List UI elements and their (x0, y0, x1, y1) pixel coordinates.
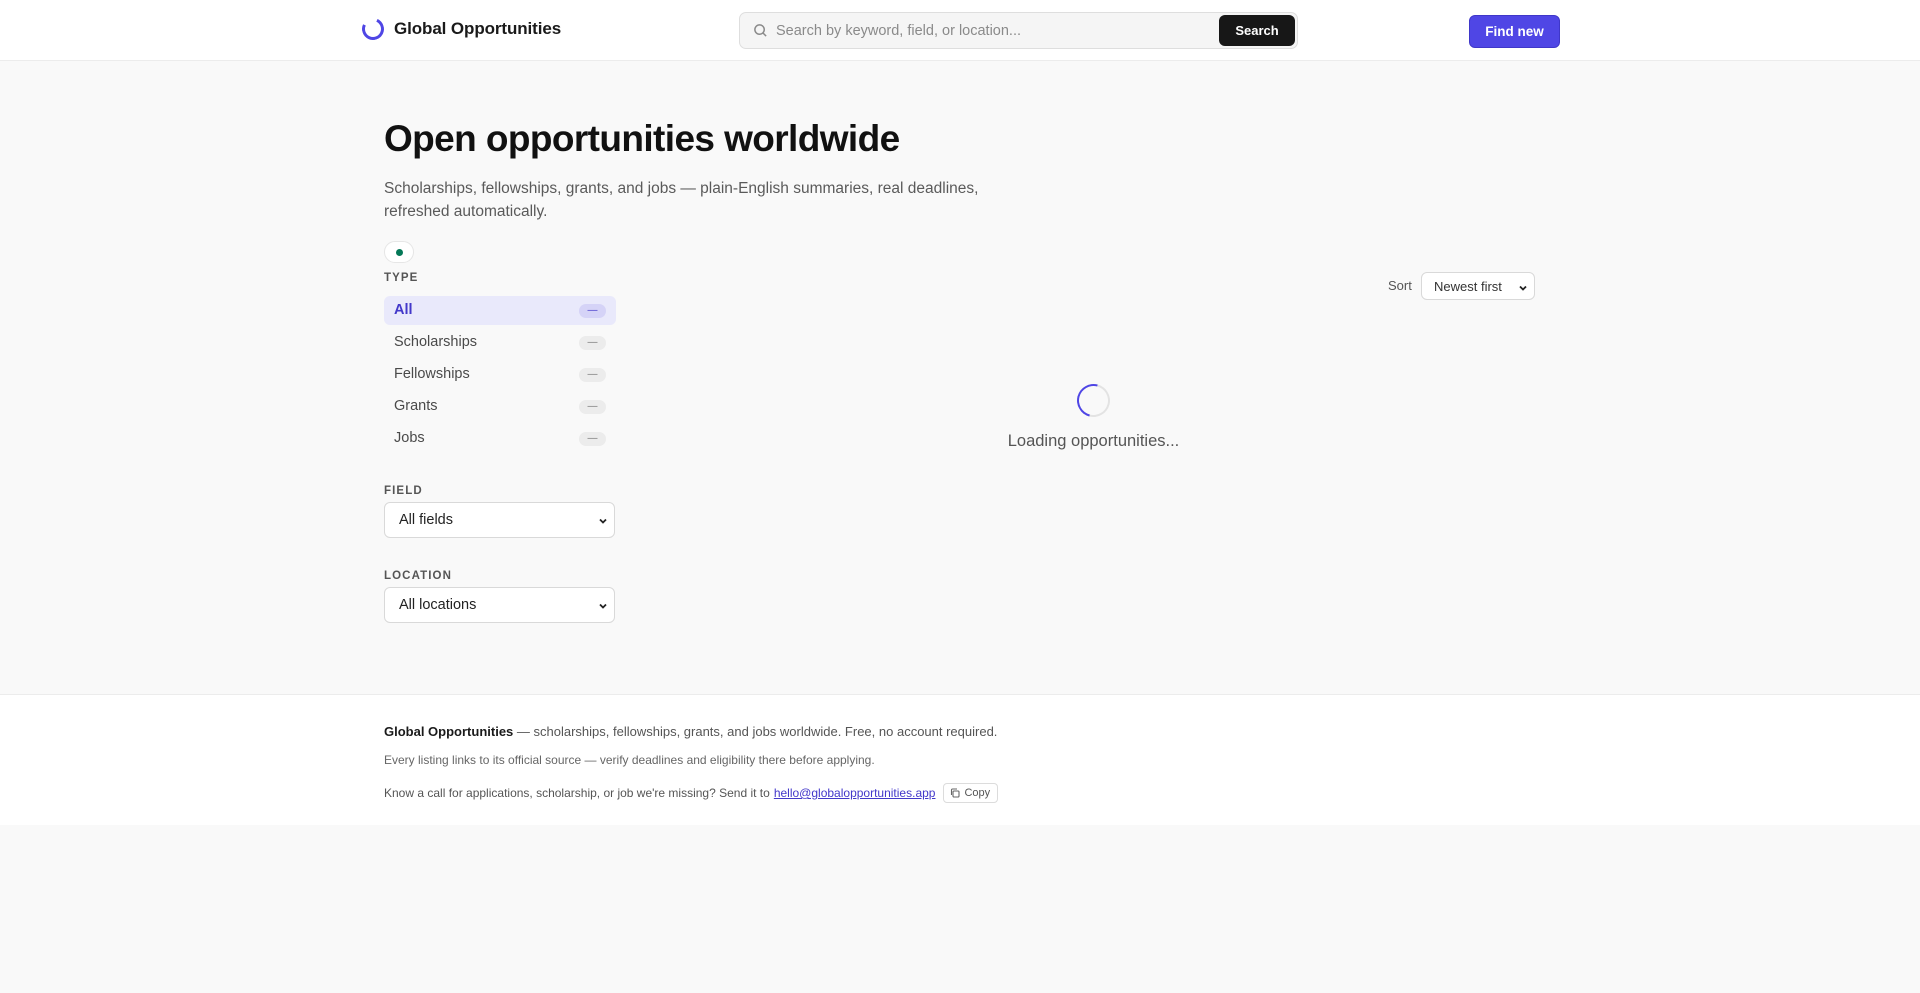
footer-submit-text: Know a call for applications, scholarshi… (384, 786, 770, 800)
top-navigation-bar: Global Opportunities Search Find new (0, 0, 1920, 61)
loading-message: Loading opportunities... (1007, 432, 1180, 450)
page-subtitle: Scholarships, fellowships, grants, and j… (384, 180, 979, 220)
type-filter-count-badge: — (579, 432, 606, 446)
brand-name: Global Opportunities (394, 19, 562, 38)
sort-select[interactable]: Newest first (1421, 272, 1535, 300)
page-title: Open opportunities worldwide (384, 118, 900, 159)
type-filter-scholarships[interactable]: Scholarships — (384, 328, 616, 357)
field-select-value: All fields (399, 512, 453, 528)
sort-label: Sort (1388, 278, 1412, 293)
chevron-down-icon (599, 518, 607, 524)
page-footer: Global Opportunities — scholarships, fel… (0, 694, 1920, 825)
copy-button-label: Copy (964, 787, 991, 799)
type-filter-label-text: Scholarships (394, 334, 478, 350)
type-filter-fellowships[interactable]: Fellowships — (384, 360, 616, 389)
type-filter-label-text: Jobs (394, 430, 425, 446)
brand-logo-icon (358, 14, 388, 44)
type-filter-count-badge: — (579, 336, 606, 350)
type-filter-label-text: Grants (394, 398, 438, 414)
status-dot-icon (396, 249, 403, 256)
type-filter-count-badge: — (579, 400, 606, 414)
location-filter-label: LOCATION (384, 570, 452, 582)
search-input[interactable] (776, 13, 1196, 48)
find-new-button[interactable]: Find new (1469, 15, 1560, 48)
type-filter-label-text: All (394, 302, 413, 318)
field-filter-label: FIELD (384, 485, 423, 497)
sort-select-value: Newest first (1434, 279, 1502, 294)
location-select[interactable]: All locations (384, 587, 615, 623)
type-filter-label: TYPE (384, 272, 419, 284)
footer-disclaimer: Every listing links to its official sour… (384, 753, 875, 767)
footer-brand: Global Opportunities (384, 724, 514, 739)
status-indicator (384, 241, 414, 263)
type-filter-all[interactable]: All — (384, 296, 616, 325)
type-filter-count-badge: — (579, 304, 606, 318)
footer-submit: Know a call for applications, scholarshi… (384, 783, 999, 803)
type-filter-grants[interactable]: Grants — (384, 392, 616, 421)
location-select-value: All locations (399, 597, 477, 613)
type-filter-jobs[interactable]: Jobs — (384, 424, 616, 453)
footer-email-link[interactable]: hello@globalopportunities.app (774, 786, 936, 800)
search-bar: Search (739, 12, 1298, 49)
copy-email-button[interactable]: Copy (943, 783, 999, 803)
search-button[interactable]: Search (1219, 15, 1295, 46)
type-filter-count-badge: — (579, 368, 606, 382)
footer-about: Global Opportunities — scholarships, fel… (384, 724, 997, 739)
chevron-down-icon (1519, 285, 1527, 291)
search-icon (754, 24, 767, 37)
chevron-down-icon (599, 603, 607, 609)
copy-icon (951, 788, 961, 798)
loading-spinner-icon (1070, 377, 1117, 424)
brand-link[interactable]: Global Opportunities (358, 14, 562, 44)
type-filter-label-text: Fellowships (394, 366, 470, 382)
field-select[interactable]: All fields (384, 502, 615, 538)
type-filter-list: All — Scholarships — Fellowships — Grant… (384, 296, 616, 456)
footer-tagline: — scholarships, fellowships, grants, and… (513, 724, 998, 739)
